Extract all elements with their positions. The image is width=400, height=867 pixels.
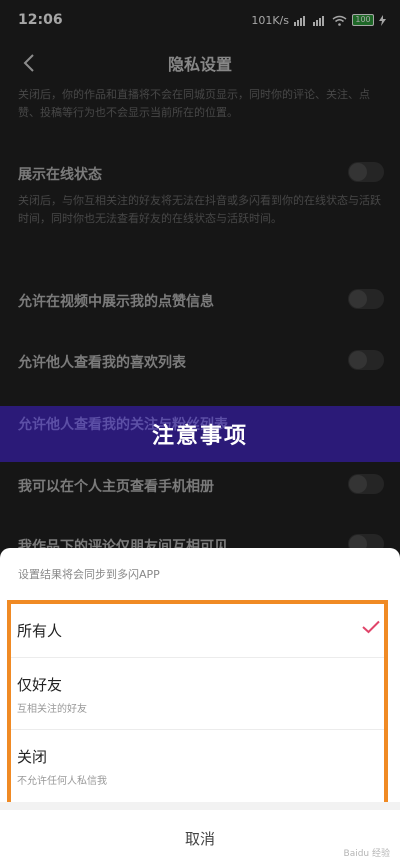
sheet-hint: 设置结果将会同步到多闪APP bbox=[18, 568, 160, 581]
cancel-button[interactable]: 取消 bbox=[0, 810, 400, 867]
privacy-option-sheet: 设置结果将会同步到多闪APP 所有人 仅好友 互相关注的好友 关闭 不允许任何人… bbox=[0, 548, 400, 867]
watermark: Baidu 经验 bbox=[343, 849, 390, 859]
notice-banner: 允许他人查看我的关注与粉丝列表 注意事项 bbox=[0, 406, 400, 462]
sheet-separator bbox=[0, 802, 400, 810]
banner-text: 注意事项 bbox=[151, 424, 248, 449]
